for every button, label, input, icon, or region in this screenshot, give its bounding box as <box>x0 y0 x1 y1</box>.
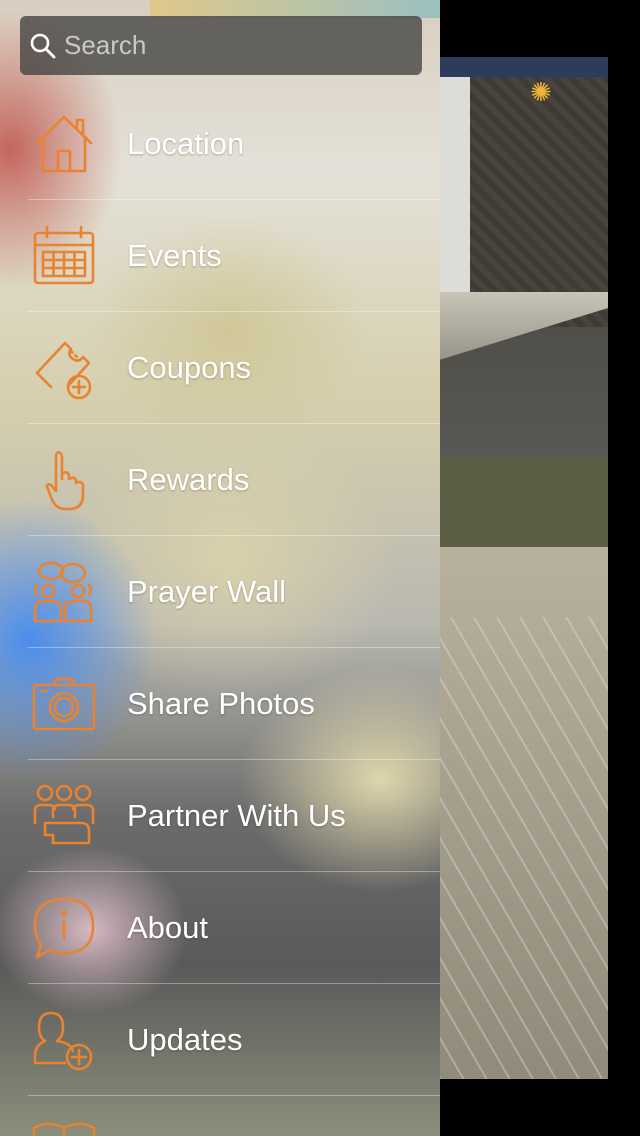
menu-item-share-photos[interactable]: Share Photos <box>0 648 440 760</box>
menu-item-rewards[interactable]: Rewards <box>0 424 440 536</box>
search-bar[interactable] <box>20 16 422 75</box>
menu-item-label: Rewards <box>127 462 250 497</box>
camera-icon <box>28 668 100 740</box>
menu-item-label: Prayer Wall <box>127 574 287 609</box>
group-icon <box>28 780 100 852</box>
menu-item-prayer-wall[interactable]: Prayer Wall <box>0 536 440 648</box>
pointing-hand-icon <box>28 444 100 516</box>
menu-item-label: Partner With Us <box>127 798 346 833</box>
menu-item-label: Events <box>127 238 222 273</box>
menu-item-location[interactable]: Location <box>0 88 440 200</box>
menu-item-partner-with-us[interactable]: Partner With Us <box>0 760 440 872</box>
add-user-icon <box>28 1004 100 1076</box>
calendar-icon <box>28 220 100 292</box>
background-logo-icon: ✺ <box>530 77 552 107</box>
people-chat-icon <box>28 556 100 628</box>
search-input[interactable] <box>62 29 406 62</box>
menu-item-updates[interactable]: Updates <box>0 984 440 1096</box>
menu-item-label: Updates <box>127 1022 243 1057</box>
menu-item-about[interactable]: About <box>0 872 440 984</box>
coupon-icon <box>28 332 100 404</box>
house-icon <box>28 108 100 180</box>
side-menu-drawer: Location Events <box>0 0 440 1136</box>
menu-item-events[interactable]: Events <box>0 200 440 312</box>
menu-item-label: Coupons <box>127 350 252 385</box>
book-icon <box>32 1118 96 1136</box>
info-bubble-icon <box>28 892 100 964</box>
search-icon <box>28 31 58 61</box>
menu-item-coupons[interactable]: Coupons <box>0 312 440 424</box>
menu-item-label: Share Photos <box>127 686 315 721</box>
menu-item-label: About <box>127 910 209 945</box>
menu-item-label: Location <box>127 126 245 161</box>
menu-list: Location Events Coupons Rewards Prayer W… <box>0 88 440 1096</box>
background-building-wall <box>460 77 608 327</box>
